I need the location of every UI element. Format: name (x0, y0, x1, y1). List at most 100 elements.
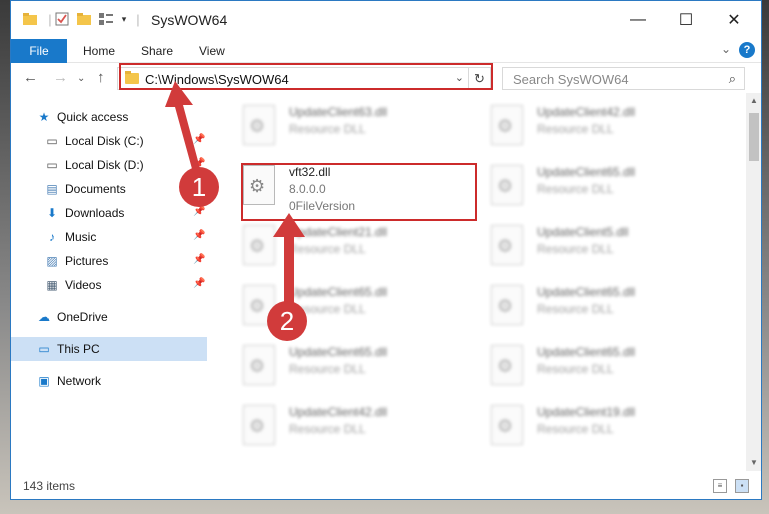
file-item[interactable]: ⚙ UpdateClient5.dll Resource DLL (465, 217, 695, 273)
file-type: Resource DLL (537, 242, 614, 256)
vertical-scrollbar[interactable]: ▲ ▼ (746, 93, 761, 471)
network-icon: ▣ (38, 374, 50, 388)
expand-ribbon-icon[interactable]: ⌄ (721, 42, 731, 56)
folder-icon (21, 11, 39, 27)
title-bar: | ▾ | SysWOW64 — ☐ ✕ (11, 1, 761, 39)
scroll-thumb[interactable] (749, 113, 759, 161)
cloud-icon: ☁ (38, 310, 50, 324)
ribbon-tabs: File Home Share View ⌄ ? (11, 39, 761, 63)
file-item[interactable]: ⚙ UpdateClient42.dll Resource DLL (465, 97, 695, 153)
pictures-icon: ▨ (46, 254, 58, 268)
star-icon: ★ (38, 110, 50, 124)
file-type: Resource DLL (537, 122, 614, 136)
file-name: UpdateClient19.dll (537, 405, 636, 419)
recent-locations-button[interactable]: ⌄ (77, 73, 85, 84)
tab-home[interactable]: Home (71, 39, 127, 63)
sidebar-item-pictures[interactable]: ▨ Pictures 📌 (11, 249, 207, 273)
properties-icon[interactable] (53, 11, 71, 27)
dll-file-icon: ⚙ (491, 105, 523, 145)
minimize-button[interactable]: — (615, 1, 661, 39)
sidebar-item-label: Videos (65, 278, 102, 292)
sidebar-item-label: Local Disk (D:) (65, 158, 144, 172)
file-name: UpdateClient65.dll (537, 345, 636, 359)
sidebar-item-label: Network (57, 374, 102, 388)
tab-share[interactable]: Share (129, 39, 185, 63)
tab-view[interactable]: View (187, 39, 237, 63)
large-icons-view-icon[interactable]: ▪ (735, 479, 749, 493)
window-title: SysWOW64 (151, 12, 228, 28)
dll-file-icon: ⚙ (491, 285, 523, 325)
tab-file[interactable]: File (11, 39, 67, 63)
sidebar-item-onedrive[interactable]: ☁ OneDrive (11, 305, 207, 329)
pin-icon[interactable]: 📌 (193, 254, 205, 265)
separator: | (136, 11, 140, 27)
pin-icon[interactable]: 📌 (193, 278, 205, 289)
computer-icon: ▭ (38, 342, 50, 356)
file-type: Resource DLL (537, 422, 614, 436)
file-name: UpdateClient42.dll (537, 105, 636, 119)
file-item[interactable]: ⚙ UpdateClient63.dll Resource DLL (217, 97, 447, 153)
sidebar-item-label: OneDrive (57, 310, 108, 324)
file-type: Resource DLL (537, 302, 614, 316)
dll-file-icon: ⚙ (491, 225, 523, 265)
search-box[interactable]: Search SysWOW64 ⌕ (502, 67, 745, 90)
sidebar-item-label: Quick access (57, 110, 129, 124)
file-item[interactable]: ⚙ UpdateClient21.dll Resource DLL (217, 217, 447, 273)
status-bar: 143 items ≡ ▪ (11, 475, 761, 499)
maximize-button[interactable]: ☐ (663, 1, 709, 39)
up-button[interactable]: ↑ (97, 69, 105, 86)
close-button[interactable]: ✕ (711, 1, 757, 39)
new-folder-icon[interactable] (75, 11, 93, 27)
sidebar-item-videos[interactable]: ▦ Videos 📌 (11, 273, 207, 297)
back-button[interactable]: ← (23, 69, 38, 86)
help-icon[interactable]: ? (739, 42, 755, 58)
sidebar-item-music[interactable]: ♪ Music 📌 (11, 225, 207, 249)
dll-file-icon: ⚙ (243, 105, 275, 145)
file-name: UpdateClient65.dll (537, 285, 636, 299)
sidebar-item-label: Pictures (65, 254, 109, 268)
sidebar-item-network[interactable]: ▣ Network (11, 369, 207, 393)
file-item[interactable]: ⚙ UpdateClient42.dll Resource DLL (217, 397, 447, 453)
sidebar-item-label: Documents (65, 182, 126, 196)
file-type: Resource DLL (537, 182, 614, 196)
search-placeholder[interactable]: Search SysWOW64 (513, 72, 629, 87)
file-name: UpdateClient42.dll (289, 405, 388, 419)
music-icon: ♪ (49, 230, 55, 244)
sidebar-item-downloads[interactable]: ⬇ Downloads 📌 (11, 201, 207, 225)
documents-icon: ▤ (46, 182, 58, 196)
forward-button[interactable]: → (53, 69, 68, 86)
sidebar-item-label: This PC (57, 342, 100, 356)
customize-toolbar-icon[interactable] (97, 11, 115, 27)
file-item[interactable]: ⚙ UpdateClient65.dll Resource DLL (465, 157, 695, 213)
file-item[interactable]: ⚙ UpdateClient19.dll Resource DLL (465, 397, 695, 453)
file-item[interactable]: ⚙ UpdateClient65.dll Resource DLL (217, 277, 447, 333)
download-icon: ⬇ (46, 206, 58, 220)
file-type: Resource DLL (537, 362, 614, 376)
sidebar-item-label: Downloads (65, 206, 125, 220)
videos-icon: ▦ (46, 278, 58, 292)
annotation-arrow-2 (273, 213, 305, 305)
file-item[interactable]: ⚙ UpdateClient65.dll Resource DLL (465, 337, 695, 393)
dll-file-icon: ⚙ (491, 345, 523, 385)
file-explorer-window: | ▾ | SysWOW64 — ☐ ✕ File Home Share Vie… (10, 0, 762, 500)
details-view-icon[interactable]: ≡ (713, 479, 727, 493)
file-item[interactable]: ⚙ UpdateClient65.dll Resource DLL (465, 277, 695, 333)
dll-file-icon: ⚙ (491, 405, 523, 445)
drive-icon: ▭ (46, 158, 58, 172)
search-icon[interactable]: ⌕ (729, 71, 736, 87)
file-item[interactable]: ⚙ UpdateClient65.dll Resource DLL (217, 337, 447, 393)
file-type: Resource DLL (289, 122, 366, 136)
step-badge-2: 2 (267, 301, 307, 341)
file-type: Resource DLL (289, 362, 366, 376)
scroll-down-icon[interactable]: ▼ (746, 455, 761, 471)
drive-icon: ▭ (46, 134, 58, 148)
pin-icon[interactable]: 📌 (193, 230, 205, 241)
dll-file-icon: ⚙ (243, 345, 275, 385)
scroll-up-icon[interactable]: ▲ (746, 93, 761, 109)
sidebar-item-this-pc[interactable]: ▭ This PC (11, 337, 207, 361)
file-name: UpdateClient63.dll (289, 105, 388, 119)
sidebar-item-label: Music (65, 230, 97, 244)
dll-file-icon: ⚙ (491, 165, 523, 205)
pin-icon[interactable]: 📌 (193, 206, 205, 217)
dll-file-icon: ⚙ (243, 405, 275, 445)
